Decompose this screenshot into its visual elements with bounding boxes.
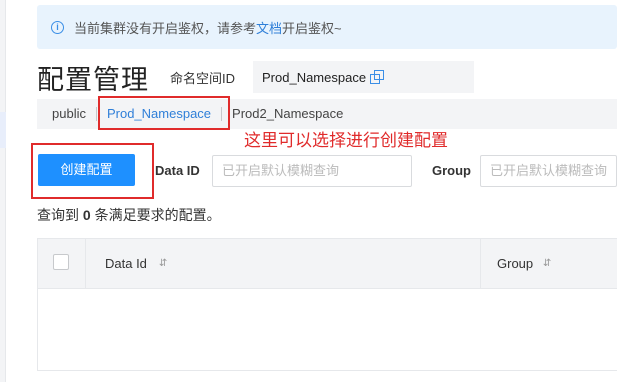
data-id-input[interactable]: 已开启默认模糊查询 (212, 155, 412, 187)
highlight-box-create (31, 143, 154, 199)
column-header-data-id[interactable]: Data Id (105, 256, 147, 271)
sort-icon[interactable]: ⇵ (543, 258, 551, 269)
table-header: Data Id ⇵ Group ⇵ (38, 239, 617, 289)
namespace-id-display: Prod_Namespace (253, 61, 474, 93)
result-summary: 查询到 0 条满足要求的配置。 (37, 205, 221, 225)
result-count: 0 (82, 207, 91, 223)
select-all-checkbox[interactable] (53, 254, 69, 270)
namespace-tab-prod2[interactable]: Prod2_Namespace (222, 99, 353, 129)
result-suffix: 条满足要求的配置。 (94, 207, 221, 223)
config-table: Data Id ⇵ Group ⇵ (37, 238, 617, 371)
namespace-id-value: Prod_Namespace (262, 69, 367, 85)
result-prefix: 查询到 (37, 207, 79, 223)
docs-link[interactable]: 文档 (256, 21, 282, 36)
auth-notice-banner: i 当前集群没有开启鉴权，请参考文档开启鉴权~ (37, 5, 617, 49)
group-input[interactable]: 已开启默认模糊查询 (480, 155, 617, 187)
copy-icon[interactable] (370, 70, 385, 84)
annotation-text: 这里可以选择进行创建配置 (244, 131, 448, 151)
column-divider (85, 239, 86, 289)
column-header-group[interactable]: Group (497, 256, 533, 271)
notice-prefix: 当前集群没有开启鉴权，请参考 (74, 20, 257, 36)
data-id-label: Data ID (155, 163, 200, 178)
page-title: 配置管理 (37, 65, 149, 96)
notice-message: 当前集群没有开启鉴权，请参考文档开启鉴权~ (74, 18, 342, 37)
group-label: Group (432, 163, 471, 178)
highlight-box-namespace (98, 96, 230, 130)
column-divider (480, 239, 481, 289)
left-sidebar-rail (0, 0, 6, 382)
sidebar-active-marker (0, 112, 6, 148)
notice-suffix: 开启鉴权~ (282, 20, 342, 36)
sort-icon[interactable]: ⇵ (159, 258, 167, 269)
namespace-id-label: 命名空间ID (170, 71, 236, 86)
info-icon: i (51, 20, 64, 34)
namespace-tab-public[interactable]: public (37, 99, 96, 129)
